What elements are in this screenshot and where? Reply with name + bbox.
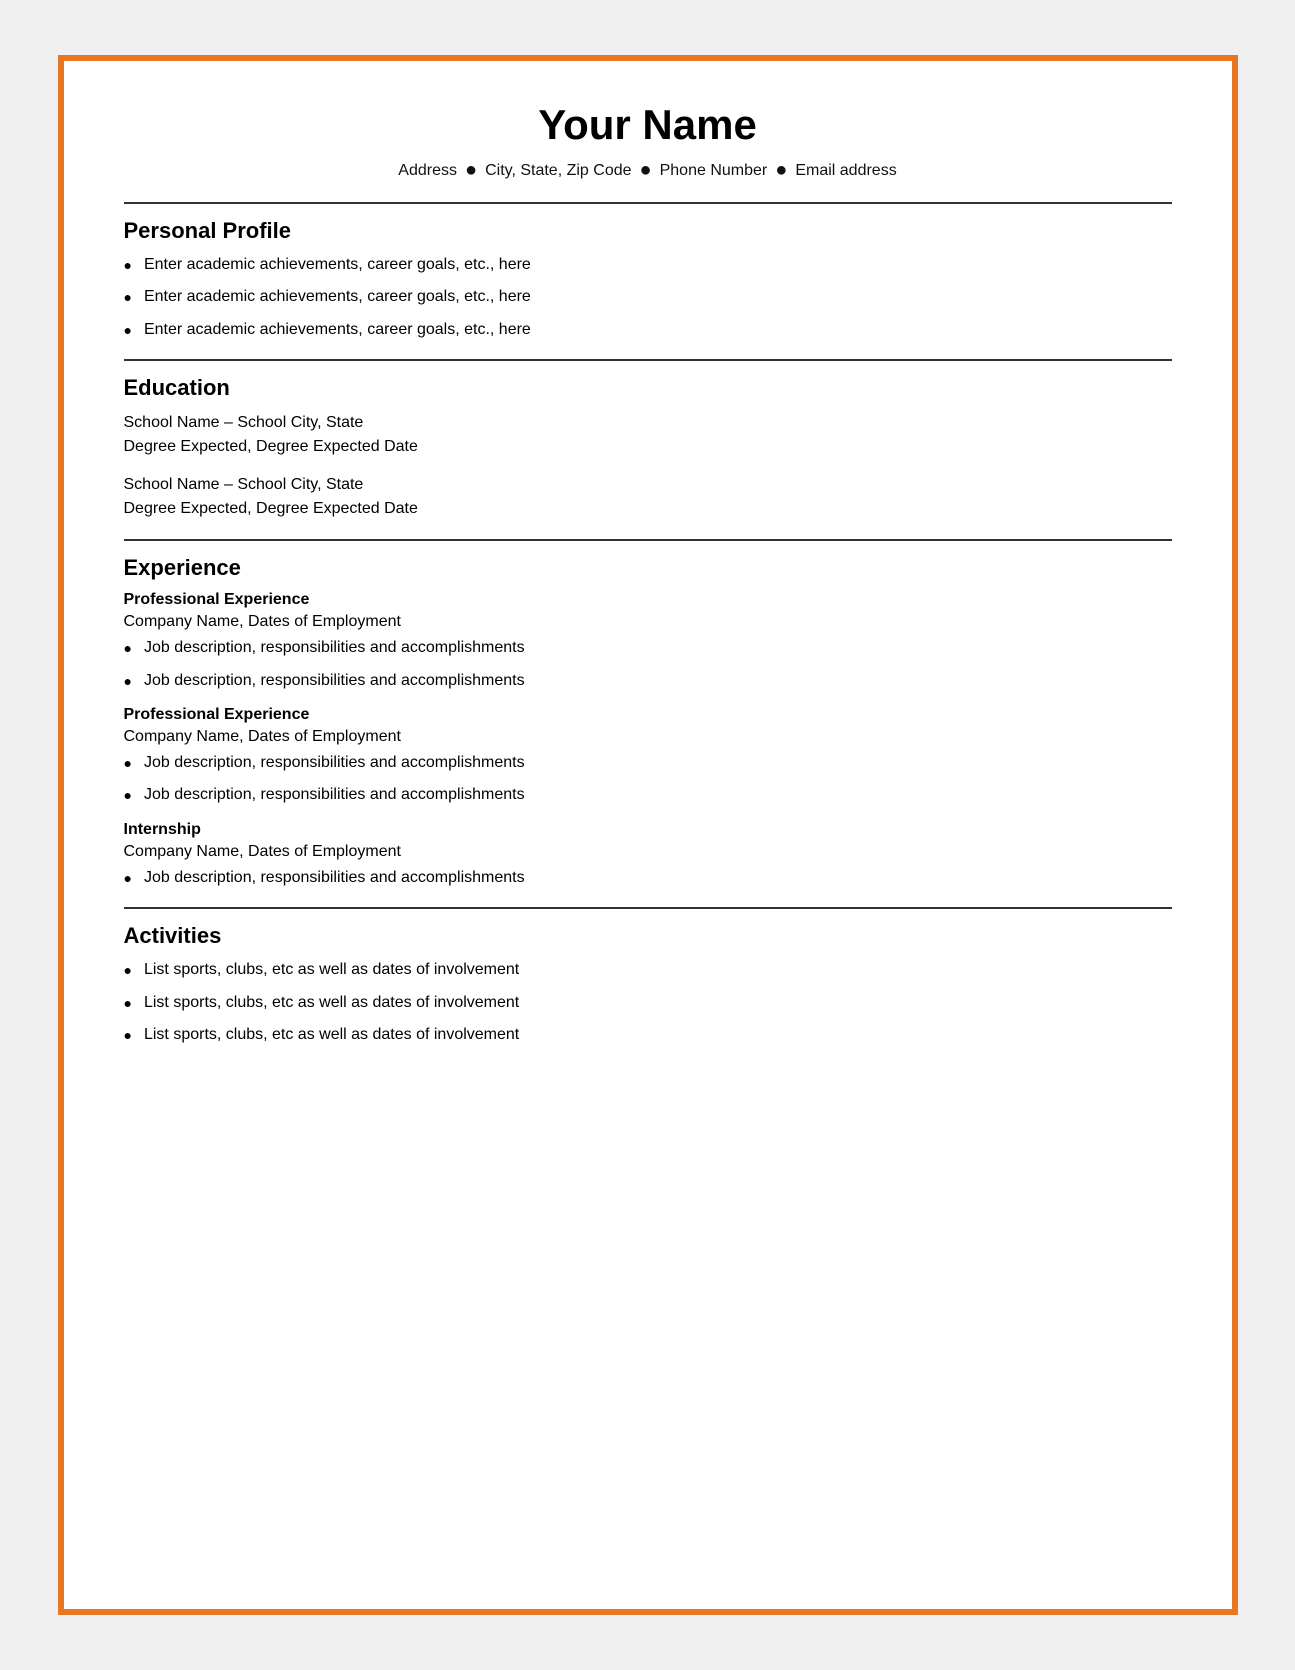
list-item: Job description, responsibilities and ac… — [124, 670, 1172, 692]
list-item: Enter academic achievements, career goal… — [124, 286, 1172, 308]
dot-3: ● — [775, 159, 787, 182]
experience-block-1: Professional Experience Company Name, Da… — [124, 591, 1172, 692]
experience-section: Experience Professional Experience Compa… — [124, 555, 1172, 889]
education-line2: Degree Expected, Degree Expected Date — [124, 435, 1172, 459]
education-line1: School Name – School City, State — [124, 411, 1172, 435]
contact-line: Address ● City, State, Zip Code ● Phone … — [124, 159, 1172, 182]
divider-3 — [124, 539, 1172, 541]
education-section: Education School Name – School City, Sta… — [124, 375, 1172, 521]
list-item: Job description, responsibilities and ac… — [124, 752, 1172, 774]
list-item: Job description, responsibilities and ac… — [124, 867, 1172, 889]
phone: Phone Number — [660, 162, 768, 180]
experience-block-3: Internship Company Name, Dates of Employ… — [124, 821, 1172, 889]
list-item: List sports, clubs, etc as well as dates… — [124, 959, 1172, 981]
experience-title: Experience — [124, 555, 1172, 581]
city: City, State, Zip Code — [485, 162, 631, 180]
education-line2: Degree Expected, Degree Expected Date — [124, 497, 1172, 521]
exp-company-1: Company Name, Dates of Employment — [124, 613, 1172, 631]
education-line1: School Name – School City, State — [124, 473, 1172, 497]
exp-list-1: Job description, responsibilities and ac… — [124, 637, 1172, 692]
exp-company-2: Company Name, Dates of Employment — [124, 728, 1172, 746]
exp-subtitle-2: Professional Experience — [124, 706, 1172, 724]
exp-list-2: Job description, responsibilities and ac… — [124, 752, 1172, 807]
personal-profile-section: Personal Profile Enter academic achievem… — [124, 218, 1172, 341]
exp-subtitle-1: Professional Experience — [124, 591, 1172, 609]
divider-1 — [124, 202, 1172, 204]
dot-2: ● — [640, 159, 652, 182]
exp-list-3: Job description, responsibilities and ac… — [124, 867, 1172, 889]
address: Address — [398, 162, 457, 180]
list-item: Enter academic achievements, career goal… — [124, 319, 1172, 341]
resume-header: Your Name Address ● City, State, Zip Cod… — [124, 101, 1172, 182]
list-item: Job description, responsibilities and ac… — [124, 637, 1172, 659]
divider-2 — [124, 359, 1172, 361]
activities-section: Activities List sports, clubs, etc as we… — [124, 923, 1172, 1046]
experience-block-2: Professional Experience Company Name, Da… — [124, 706, 1172, 807]
activities-title: Activities — [124, 923, 1172, 949]
education-title: Education — [124, 375, 1172, 401]
full-name: Your Name — [124, 101, 1172, 149]
list-item: Job description, responsibilities and ac… — [124, 784, 1172, 806]
personal-profile-title: Personal Profile — [124, 218, 1172, 244]
dot-1: ● — [465, 159, 477, 182]
exp-subtitle-3: Internship — [124, 821, 1172, 839]
email: Email address — [795, 162, 896, 180]
list-item: List sports, clubs, etc as well as dates… — [124, 992, 1172, 1014]
list-item: Enter academic achievements, career goal… — [124, 254, 1172, 276]
activities-list: List sports, clubs, etc as well as dates… — [124, 959, 1172, 1046]
divider-4 — [124, 907, 1172, 909]
education-entry-2: School Name – School City, State Degree … — [124, 473, 1172, 521]
list-item: List sports, clubs, etc as well as dates… — [124, 1024, 1172, 1046]
education-entry-1: School Name – School City, State Degree … — [124, 411, 1172, 459]
exp-company-3: Company Name, Dates of Employment — [124, 843, 1172, 861]
resume-container: Your Name Address ● City, State, Zip Cod… — [58, 55, 1238, 1615]
personal-profile-list: Enter academic achievements, career goal… — [124, 254, 1172, 341]
